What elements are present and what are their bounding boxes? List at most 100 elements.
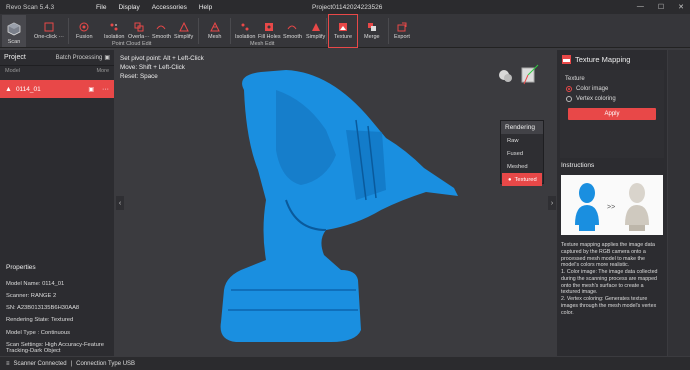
warning-icon: ▲ (5, 85, 12, 93)
hint-reset: Reset: Space (120, 73, 158, 81)
isolation-icon (108, 22, 120, 32)
mesh-isolation-icon (239, 22, 251, 32)
menu-bar: File Display Accessories Help (96, 4, 212, 11)
texture-mapping-title: Texture Mapping (575, 54, 631, 64)
render-fused-option[interactable]: Fused (501, 147, 543, 160)
property-scan-settings: Scan Settings: High Accuracy-Feature Tra… (6, 341, 104, 355)
scan-button[interactable]: Scan (2, 15, 26, 47)
color-image-radio[interactable]: Color image (566, 86, 658, 92)
menu-display[interactable]: Display (118, 4, 139, 11)
mesh-isolation-button[interactable]: Isolation (235, 16, 256, 40)
one-click-button[interactable]: One-click ··· (34, 16, 64, 40)
menu-file[interactable]: File (96, 4, 106, 11)
export-button[interactable]: Export (394, 16, 410, 40)
hint-pivot: Set pivot point: Alt + Left-Click (120, 55, 204, 62)
drill-model[interactable] (206, 60, 466, 350)
project-title: Project (4, 54, 26, 61)
instructions-image: >> (561, 175, 663, 235)
menu-help[interactable]: Help (199, 4, 212, 11)
simplify-button[interactable]: Simplify (174, 16, 193, 40)
smooth-icon (155, 22, 167, 32)
fill-holes-button[interactable]: Fill Holes (258, 16, 281, 40)
merge-button[interactable]: Merge (364, 16, 380, 40)
toolbar: Scan One-click ··· Fusion Isolation Over… (0, 14, 690, 48)
property-sn: SN: A23B013135B6H30AA8 (6, 305, 80, 312)
overlap-icon (133, 22, 145, 32)
property-model-name: Model Name: 0114_01 (6, 281, 65, 287)
texture-section-label: Texture (565, 76, 585, 82)
collapse-left-icon[interactable]: ‹ (116, 196, 124, 210)
arrow-label: >> (607, 204, 615, 211)
rendering-title: Rendering (501, 121, 543, 134)
properties-section: Properties Model Name: 0114_01 Scanner: … (0, 264, 114, 361)
scan-cube-icon (7, 22, 21, 36)
batch-processing-icon[interactable]: ▣ (104, 54, 110, 61)
vertex-coloring-radio[interactable]: Vertex coloring (566, 96, 658, 102)
3d-viewport[interactable]: Set pivot point: Alt + Left-Click Move: … (116, 50, 556, 356)
status-icon: ≡ (6, 360, 10, 367)
smooth-button[interactable]: Smooth (152, 16, 171, 40)
texture-icon (337, 22, 349, 32)
texture-section: Texture Color image Vertex coloring Appl… (560, 70, 664, 158)
maximize-icon[interactable]: ☐ (658, 3, 664, 11)
close-icon[interactable]: ✕ (678, 3, 684, 11)
mesh-smooth-button[interactable]: Smooth (283, 16, 302, 40)
mesh-edit-label: Mesh Edit (250, 41, 275, 47)
point-cloud-edit-label: Point Cloud Edit (112, 41, 152, 47)
minimize-icon[interactable]: — (637, 3, 644, 11)
one-click-icon (43, 22, 55, 32)
collapse-right-icon[interactable]: › (548, 196, 556, 210)
apply-button[interactable]: Apply (568, 108, 656, 120)
fusion-button[interactable]: Fusion (76, 16, 93, 40)
mesh-smooth-icon (286, 22, 298, 32)
rendering-panel: Rendering Raw Fused Meshed ● Textured (500, 120, 544, 186)
hint-move: Move: Shift + Left-Click (120, 64, 185, 72)
overlap-button[interactable]: Overla··· (128, 16, 150, 40)
status-separator: | (70, 360, 73, 367)
instructions-title: Instructions (561, 162, 595, 169)
mesh-simplify-icon (310, 22, 322, 32)
scan-label: Scan (7, 39, 21, 45)
instructions-text: Texture mapping applies the image data c… (561, 242, 658, 316)
model-visible-icon[interactable]: ▣ (88, 86, 94, 93)
status-bar: ≡ Scanner Connected | Connection Type US… (0, 357, 690, 370)
right-side-strip (668, 50, 690, 356)
texture-button[interactable]: Texture (328, 14, 358, 48)
col-more: More (96, 68, 109, 74)
mesh-icon (209, 22, 221, 32)
render-meshed-option[interactable]: Meshed (501, 160, 543, 173)
model-name: 0114_01 (15, 85, 41, 93)
render-raw-option[interactable]: Raw (501, 134, 543, 147)
menu-accessories[interactable]: Accessories (152, 4, 187, 11)
render-textured-option[interactable]: ● Textured (502, 173, 542, 186)
texture-mapping-panel: Texture Mapping Texture Color image Vert… (557, 50, 667, 356)
fill-holes-icon (263, 22, 275, 32)
export-icon (396, 22, 408, 32)
batch-processing-button[interactable]: Batch Processing (56, 55, 103, 61)
bust-comparison-illustration: >> (575, 183, 649, 231)
more-icon[interactable]: ··· (102, 86, 109, 93)
property-scanner: Scanner: RANGE 2 (6, 293, 57, 300)
mesh-button[interactable]: Mesh (208, 16, 221, 40)
mesh-simplify-button[interactable]: Simplify (306, 16, 325, 40)
simplify-icon (178, 22, 190, 32)
hints: Set pivot point: Alt + Left-Click Move: … (120, 54, 204, 81)
radio-selected-icon (566, 86, 572, 92)
scanner-status: Scanner Connected (13, 360, 67, 367)
project-panel: Project Batch Processing ▣ Model More ▲ … (0, 50, 114, 356)
model-row[interactable]: ▲ 0114_01 ▣ ··· (0, 80, 114, 98)
col-model: Model (5, 68, 20, 74)
axis-gizmo[interactable] (494, 60, 544, 90)
connection-type: Connection Type USB (76, 360, 136, 367)
property-model-type: Model Type : Continuous (6, 329, 71, 336)
title-bar: Revo Scan 5.4.3 File Display Accessories… (0, 0, 690, 14)
isolation-button[interactable]: Isolation (104, 16, 125, 40)
radio-unselected-icon (566, 96, 572, 102)
property-rendering-state: Rendering State: Textured (6, 317, 74, 324)
fusion-icon (78, 22, 90, 32)
document-title: Project01142024223526 (312, 3, 383, 11)
properties-title: Properties (6, 264, 36, 271)
merge-icon (366, 22, 378, 32)
app-name: Revo Scan 5.4.3 (6, 3, 55, 11)
texture-mapping-icon (562, 54, 571, 64)
